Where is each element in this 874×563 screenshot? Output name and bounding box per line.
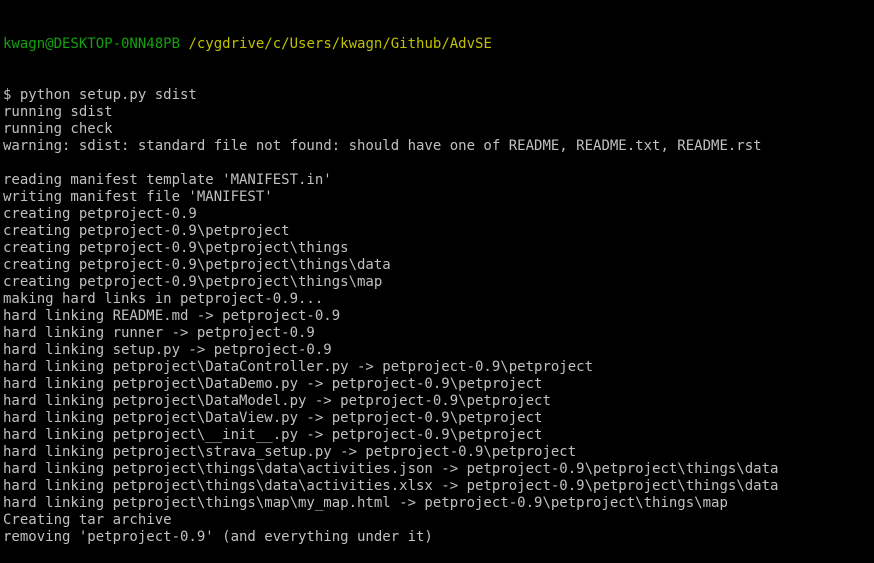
- terminal-window[interactable]: kwagn@DESKTOP-0NN48PB /cygdrive/c/Users/…: [0, 0, 874, 545]
- output-line: hard linking petproject\DataController.p…: [3, 359, 594, 375]
- output-line: hard linking petproject\things\data\acti…: [3, 461, 779, 477]
- terminal-output: $ python setup.py sdist running sdist runn…: [3, 87, 874, 546]
- output-line: removing 'petproject-0.9' (and everythin…: [3, 529, 433, 545]
- output-line: hard linking petproject\__init__.py -> p…: [3, 427, 543, 443]
- output-line: hard linking petproject\things\data\acti…: [3, 478, 779, 494]
- output-line: hard linking setup.py -> petproject-0.9: [3, 342, 332, 358]
- output-line: creating petproject-0.9\petproject\thing…: [3, 257, 391, 273]
- output-line: running sdist: [3, 104, 113, 120]
- output-line: hard linking petproject\things\map\my_ma…: [3, 495, 728, 511]
- output-line: writing manifest file 'MANIFEST': [3, 189, 273, 205]
- output-line: creating petproject-0.9\petproject\thing…: [3, 240, 349, 256]
- output-line: hard linking petproject\strava_setup.py …: [3, 444, 577, 460]
- output-line: hard linking petproject\DataView.py -> p…: [3, 410, 543, 426]
- prompt-path: /cygdrive/c/Users/kwagn/Github/AdvSE: [188, 36, 492, 52]
- command-line: $ python setup.py sdist: [3, 87, 197, 103]
- output-line: Creating tar archive: [3, 512, 172, 528]
- prompt-user-host: kwagn@DESKTOP-0NN48PB: [3, 36, 181, 52]
- output-line: warning: sdist: standard file not found:…: [3, 138, 762, 154]
- output-line: making hard links in petproject-0.9...: [3, 291, 324, 307]
- output-line: hard linking README.md -> petproject-0.9: [3, 308, 341, 324]
- output-line: creating petproject-0.9\petproject: [3, 223, 290, 239]
- output-line: creating petproject-0.9\petproject\thing…: [3, 274, 383, 290]
- prompt-line: kwagn@DESKTOP-0NN48PB /cygdrive/c/Users/…: [3, 36, 874, 53]
- output-line: hard linking petproject\DataModel.py -> …: [3, 393, 551, 409]
- output-line: hard linking petproject\DataDemo.py -> p…: [3, 376, 543, 392]
- output-line: creating petproject-0.9: [3, 206, 197, 222]
- output-line: hard linking runner -> petproject-0.9: [3, 325, 315, 341]
- output-line: reading manifest template 'MANIFEST.in': [3, 172, 332, 188]
- output-line: running check: [3, 121, 113, 137]
